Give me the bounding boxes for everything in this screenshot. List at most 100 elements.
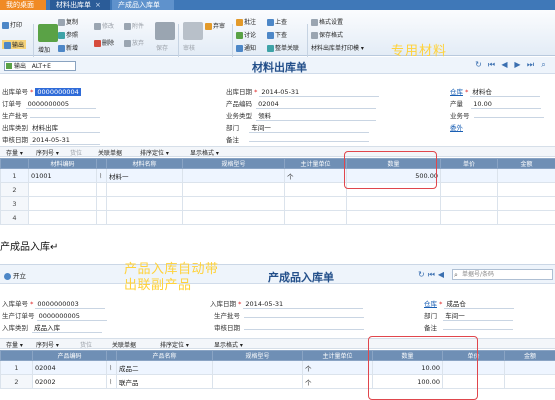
- col-amount[interactable]: 金额: [497, 158, 555, 169]
- dept-input[interactable]: 车间一: [249, 122, 370, 133]
- reference-button[interactable]: 参照: [58, 30, 78, 39]
- search-input[interactable]: 单据号/条码: [452, 269, 553, 280]
- paperclip-icon[interactable]: ⌇: [106, 374, 117, 389]
- table-row[interactable]: 3: [0, 196, 555, 211]
- dept-input[interactable]: 车间一: [443, 310, 514, 321]
- cell-spec[interactable]: [182, 196, 285, 211]
- col-spec[interactable]: 规格型号: [212, 350, 303, 361]
- whole-link-button[interactable]: 整单关联: [267, 43, 299, 52]
- audit-icon[interactable]: [183, 22, 203, 40]
- save-format-button[interactable]: 保存格式: [311, 30, 343, 39]
- cell-amount[interactable]: [497, 196, 555, 211]
- search-icon[interactable]: ⌕: [539, 60, 548, 69]
- cell-unit[interactable]: [284, 210, 347, 225]
- category-input[interactable]: 成品入库: [32, 322, 103, 333]
- cell-price[interactable]: [440, 168, 498, 183]
- audit-date-input[interactable]: [244, 329, 365, 330]
- col-spec[interactable]: 规格型号: [182, 158, 285, 169]
- warehouse-input[interactable]: 成品仓: [444, 298, 515, 309]
- biz-type-input[interactable]: 领料: [256, 110, 377, 121]
- serial-button[interactable]: 序列号 ▾: [36, 148, 59, 157]
- refresh-icon[interactable]: ↻: [474, 60, 483, 69]
- col-name[interactable]: 材料名称: [106, 158, 183, 169]
- cell-qty[interactable]: [346, 196, 441, 211]
- save-button[interactable]: 保存: [156, 43, 168, 52]
- cell-name[interactable]: [106, 210, 183, 225]
- order-no-input[interactable]: 0000000005: [25, 100, 96, 109]
- cell-code[interactable]: [28, 210, 97, 225]
- cell-code[interactable]: [28, 182, 97, 197]
- prev-record-icon[interactable]: ◀: [438, 270, 444, 279]
- table-row[interactable]: 2: [0, 182, 555, 197]
- date-input[interactable]: 2014-05-31: [243, 300, 364, 309]
- cell-name[interactable]: [106, 196, 183, 211]
- display-format-button[interactable]: 显示格式 ▾: [190, 148, 219, 157]
- order-no-input[interactable]: 0000000005: [36, 312, 107, 321]
- col-price[interactable]: 单价: [440, 158, 498, 169]
- location-button[interactable]: 货位: [80, 340, 92, 349]
- save-icon[interactable]: [155, 22, 175, 40]
- notify-button[interactable]: 通知: [236, 43, 256, 52]
- close-icon[interactable]: ×: [95, 1, 101, 9]
- first-record-icon[interactable]: ⏮: [428, 270, 435, 280]
- col-code[interactable]: 材料编码: [28, 158, 97, 169]
- col-unit[interactable]: 主计量单位: [302, 350, 373, 361]
- cell-name[interactable]: 材料一: [106, 168, 183, 183]
- discuss-button[interactable]: 讨论: [236, 30, 256, 39]
- audit-button[interactable]: 审核: [183, 43, 195, 52]
- cell-code[interactable]: 02002: [32, 374, 107, 389]
- cell-amount[interactable]: [504, 374, 555, 389]
- cell-name[interactable]: [106, 182, 183, 197]
- cell-name[interactable]: 联产品: [116, 374, 213, 389]
- qty-input[interactable]: 10.00: [471, 100, 542, 109]
- related-docs-button[interactable]: 关联单据: [112, 340, 136, 349]
- cell-code[interactable]: 02004: [32, 360, 107, 375]
- query-down-button[interactable]: 下查: [267, 30, 287, 39]
- cell-spec[interactable]: [212, 360, 303, 375]
- col-code[interactable]: 产品编码: [32, 350, 107, 361]
- first-record-icon[interactable]: ⏮: [487, 60, 496, 69]
- biz-no-input[interactable]: [473, 117, 544, 118]
- abandon-audit-button[interactable]: 弃审: [205, 21, 225, 30]
- query-up-button[interactable]: 上查: [267, 17, 287, 26]
- tab-my-desktop[interactable]: 我的桌面: [0, 0, 46, 10]
- stock-button[interactable]: 存量 ▾: [6, 340, 23, 349]
- cell-amount[interactable]: [504, 360, 555, 375]
- category-input[interactable]: 材料出库: [30, 122, 101, 133]
- remark-input[interactable]: [249, 141, 370, 142]
- next-record-icon[interactable]: ▶: [513, 60, 522, 69]
- display-format-button[interactable]: 显示格式 ▾: [214, 340, 243, 349]
- paperclip-icon[interactable]: ⌇: [96, 168, 107, 183]
- col-name[interactable]: 产品名称: [116, 350, 213, 361]
- cell-spec[interactable]: [212, 374, 303, 389]
- cell-price[interactable]: [440, 210, 498, 225]
- col-unit[interactable]: 主计量单位: [284, 158, 347, 169]
- cell-unit[interactable]: 个: [302, 374, 373, 389]
- new-button[interactable]: 新增: [58, 43, 78, 52]
- cell-code[interactable]: 01001: [28, 168, 97, 183]
- print-template-select[interactable]: 材料出库单打印模 ▾: [311, 43, 364, 52]
- cell-spec[interactable]: [182, 168, 285, 183]
- date-input[interactable]: 2014-05-31: [259, 88, 380, 97]
- paperclip-icon[interactable]: ⌇: [106, 360, 117, 375]
- serial-button[interactable]: 序列号 ▾: [36, 340, 59, 349]
- stock-button[interactable]: 存量 ▾: [6, 148, 23, 157]
- sort-button[interactable]: 排序定位 ▾: [140, 148, 169, 157]
- output-checkbox[interactable]: 输出 ALT+E: [4, 61, 76, 71]
- output-button[interactable]: 输出: [2, 40, 27, 49]
- related-docs-button[interactable]: 关联单据: [98, 148, 122, 157]
- doc-no-input[interactable]: 0000000003: [35, 300, 106, 309]
- col-amount[interactable]: 金额: [504, 350, 555, 361]
- audit-date-input[interactable]: 2014-05-31: [30, 136, 101, 145]
- sort-button[interactable]: 排序定位 ▾: [160, 340, 189, 349]
- batch-input[interactable]: [30, 117, 101, 118]
- open-button[interactable]: 开立: [4, 270, 26, 280]
- cell-unit[interactable]: [284, 196, 347, 211]
- cell-spec[interactable]: [182, 210, 285, 225]
- approval-button[interactable]: 批注: [236, 17, 256, 26]
- cell-amount[interactable]: [497, 168, 555, 183]
- cell-unit[interactable]: 个: [284, 168, 347, 183]
- warehouse-link[interactable]: 仓库: [424, 298, 437, 308]
- format-settings-button[interactable]: 格式设置: [311, 17, 343, 26]
- cell-amount[interactable]: [497, 210, 555, 225]
